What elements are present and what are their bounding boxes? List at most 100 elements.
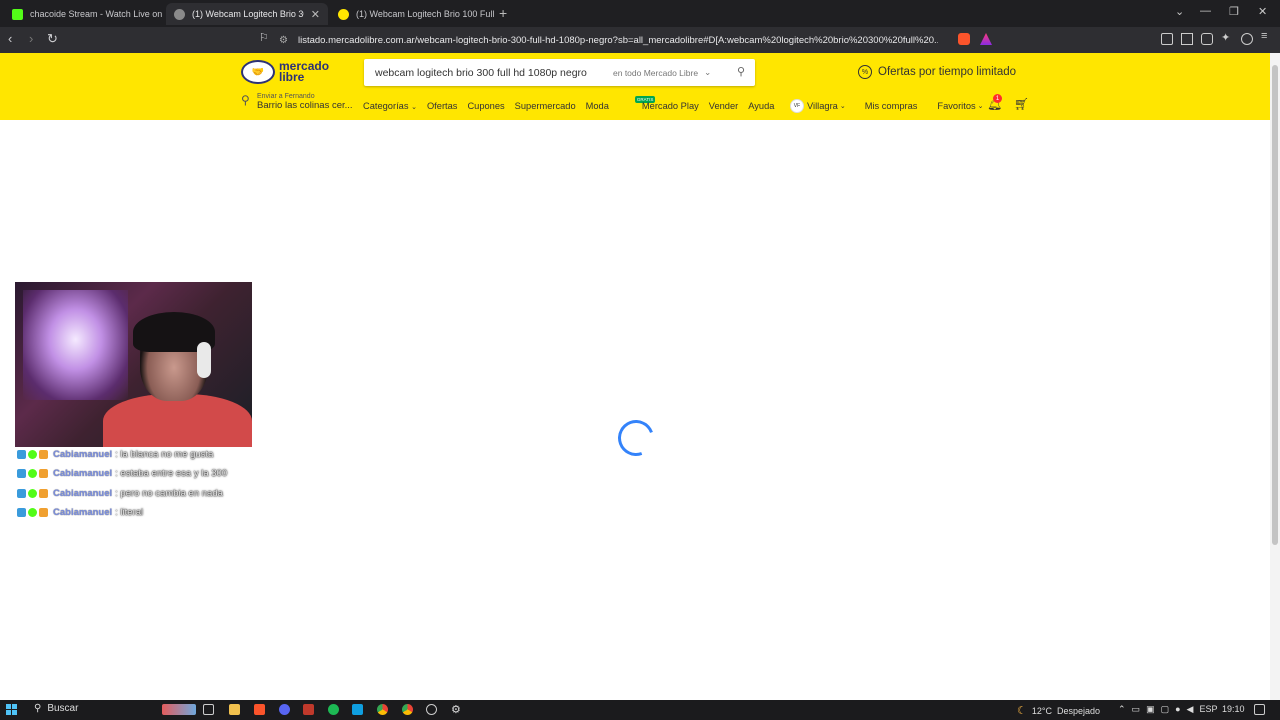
wallet-icon[interactable] (1201, 33, 1213, 45)
nav-vender[interactable]: Vender (709, 101, 738, 111)
browser-toolbar: ‹ › ↻ ⚐ ⚙ listado.mercadolibre.com.ar/we… (0, 27, 1280, 53)
tab-webcam-brio-100[interactable]: (1) Webcam Logitech Brio 100 Full H (330, 3, 494, 25)
mercadolibre-logo[interactable]: 🤝 mercado libre (241, 60, 329, 84)
back-icon[interactable]: ‹ (8, 31, 12, 46)
taskbar-search[interactable]: ⚲ Buscar (34, 703, 78, 714)
speaker-icon[interactable]: ◀︎ (1187, 704, 1194, 715)
media-app-icon[interactable] (303, 704, 314, 715)
new-tab-button[interactable]: + (499, 5, 507, 21)
clock[interactable]: 19:10 (1222, 704, 1245, 714)
widgets-icon[interactable] (162, 704, 196, 715)
tab-kick-stream[interactable]: chacoide Stream - Watch Live on (4, 3, 164, 25)
chrome-icon[interactable] (377, 704, 388, 715)
tab-title: (1) Webcam Logitech Brio 300 Fu (192, 9, 304, 19)
promo-label: Ofertas por tiempo limitado (878, 66, 1017, 78)
nav-categorias[interactable]: Categorías ⌄ (363, 101, 417, 111)
search-icon[interactable]: ⚲ (737, 65, 745, 78)
chat-text: : pero no cambia en nada (115, 487, 223, 499)
spotify-icon[interactable] (328, 704, 339, 715)
brave-shields-icon[interactable] (958, 33, 970, 45)
mis-compras-link[interactable]: Mis compras (865, 101, 918, 111)
chat-username: Cabiamanuel (53, 507, 113, 519)
extensions-icon[interactable] (1161, 33, 1173, 45)
chat-message: Cabiamanuel : pero no cambia en nada (17, 484, 227, 503)
close-tab-icon[interactable]: ✕ (311, 8, 320, 21)
user-name[interactable]: Villagra (807, 101, 838, 111)
microphone-icon[interactable]: ● (1175, 704, 1180, 715)
system-tray: ⌃ ▭ ▣ ▢ ● ◀︎ ESP (1118, 704, 1217, 715)
close-window-icon[interactable]: ✕ (1258, 5, 1267, 18)
chat-message: Cabiamanuel : literal (17, 503, 227, 522)
nav-label: Mercado Play (641, 101, 699, 111)
temperature: 12°C (1031, 705, 1052, 716)
shipping-location[interactable]: ⚲ Enviar a Fernando Barrio las colinas c… (241, 93, 353, 111)
reload-icon[interactable]: ↻ (47, 31, 58, 47)
menu-icon[interactable]: ≡ (1261, 30, 1273, 42)
monitor-icon[interactable]: ▢ (1161, 704, 1170, 715)
search-scope-select[interactable]: en todo Mercado Libre ⌄ (613, 67, 711, 78)
chevron-down-icon: ⌄ (839, 103, 846, 110)
edge-browser-icon[interactable] (352, 704, 363, 715)
chrome-profile-icon[interactable] (402, 704, 413, 715)
nav-moda[interactable]: Moda (586, 101, 609, 111)
nav-ayuda[interactable]: Ayuda (748, 101, 774, 111)
nav-supermercado[interactable]: Supermercado (515, 101, 576, 111)
restore-icon[interactable]: ❐ (1229, 5, 1239, 18)
display-icon[interactable]: ▣ (1146, 704, 1155, 715)
badge-icon (17, 508, 26, 518)
settings-gear-icon[interactable]: ⚙ (451, 703, 462, 716)
cart-icon[interactable]: 🛒︎ (1014, 97, 1029, 111)
taskbar-search-label: Buscar (47, 703, 79, 714)
nav-ofertas[interactable]: Ofertas (427, 101, 457, 111)
chat-text: : literal (115, 507, 144, 519)
kick-favicon-icon (12, 8, 23, 20)
nav-label: Categorías (363, 101, 409, 111)
verified-icon (28, 450, 37, 460)
tab-list-chevron-icon[interactable]: ⌄ (1175, 5, 1184, 18)
file-explorer-icon[interactable] (229, 704, 240, 715)
search-icon: ⚲ (34, 703, 42, 714)
vpn-icon[interactable] (1241, 33, 1253, 45)
search-box: en todo Mercado Libre ⌄ ⚲ (364, 59, 755, 86)
leo-ai-icon[interactable]: ✦ (1221, 31, 1233, 44)
windows-start-icon[interactable] (6, 704, 17, 715)
scrollbar-thumb[interactable] (1272, 65, 1278, 545)
nav-cupones[interactable]: Cupones (467, 101, 504, 111)
chat-message: Cabiamanuel : la blanca no me gusta (17, 445, 227, 464)
verified-icon (28, 508, 37, 518)
weather-label: Despejado (1056, 705, 1101, 716)
notifications-icon[interactable] (1254, 704, 1265, 715)
search-input[interactable] (373, 65, 609, 80)
favoritos-link[interactable]: Favoritos (937, 101, 975, 111)
user-nav: VF Villagra ⌄ Mis compras Favoritos ⌄ (790, 99, 984, 113)
nav-mercado-play[interactable]: GRATIS Mercado Play (619, 96, 699, 111)
page-scrollbar[interactable] (1270, 53, 1280, 700)
url-bar[interactable]: ⚙ listado.mercadolibre.com.ar/webcam-log… (279, 29, 999, 51)
logo-line2: libre (279, 70, 305, 84)
tab-webcam-brio-300[interactable]: (1) Webcam Logitech Brio 300 Fu ✕ (166, 3, 328, 25)
task-view-icon[interactable] (203, 704, 214, 715)
minimize-icon[interactable]: — (1200, 5, 1211, 17)
chevron-down-icon: ⌄ (977, 103, 984, 110)
sidebar-icon[interactable] (1181, 33, 1193, 45)
tab-title: chacoide Stream - Watch Live on (30, 9, 163, 19)
subscriber-icon (39, 488, 48, 498)
forward-icon[interactable]: › (29, 31, 33, 46)
obs-icon[interactable] (426, 704, 437, 715)
discord-icon[interactable] (279, 704, 290, 715)
fireplace-glow (23, 290, 128, 400)
notifications-bell-icon[interactable]: 🔔︎ 1 (987, 94, 1002, 111)
limited-offers-link[interactable]: % Ofertas por tiempo limitado (858, 65, 1016, 79)
clock-offer-icon: % (858, 65, 872, 79)
language-indicator[interactable]: ESP (1199, 704, 1217, 715)
loading-spinner (612, 414, 660, 462)
avatar[interactable]: VF (790, 99, 804, 113)
chevron-up-icon[interactable]: ⌃ (1118, 704, 1126, 715)
site-info-icon[interactable]: ⚙ (279, 35, 288, 46)
weather-widget[interactable]: ☾ 12°C Despejado (1017, 704, 1100, 717)
browser-tab-bar: chacoide Stream - Watch Live on (1) Webc… (0, 0, 1280, 27)
badge-icon (17, 488, 26, 498)
brave-browser-icon[interactable] (254, 704, 265, 715)
bookmark-icon[interactable]: ⚐ (259, 31, 269, 44)
network-icon[interactable]: ▭ (1132, 704, 1141, 715)
